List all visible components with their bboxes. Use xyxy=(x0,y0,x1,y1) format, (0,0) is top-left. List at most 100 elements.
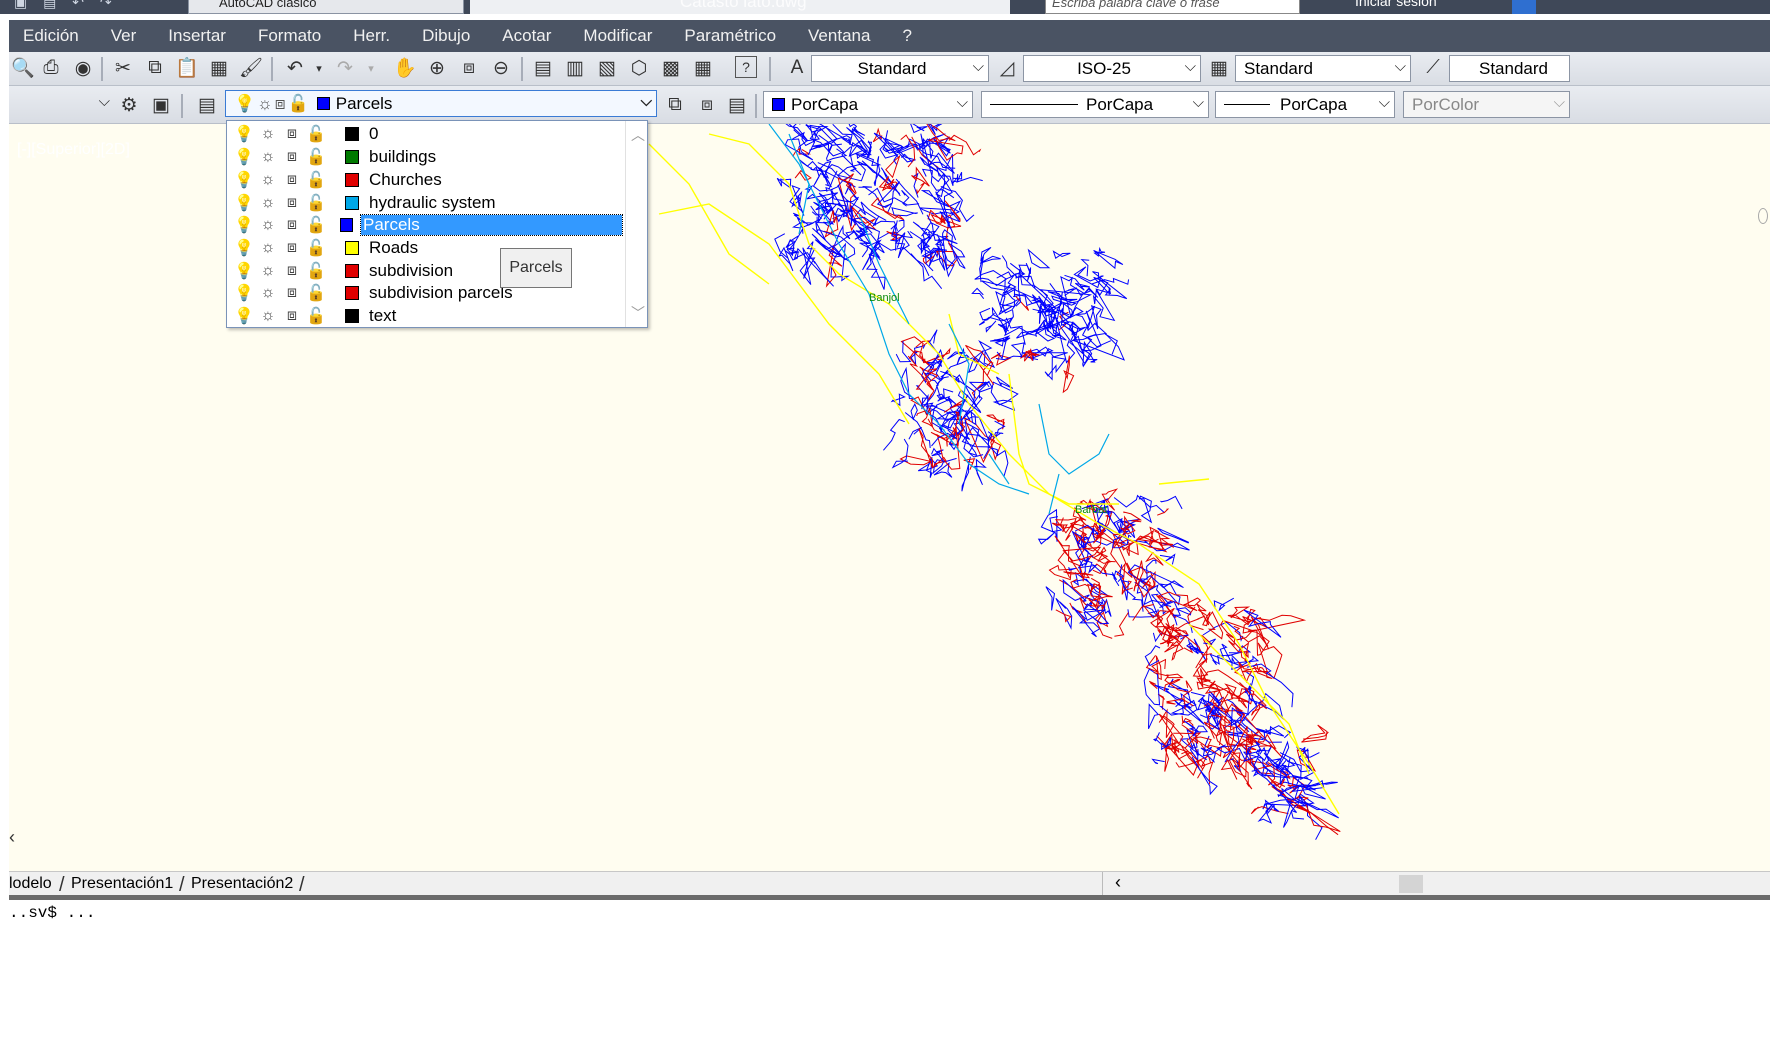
layer-state-icons[interactable]: 💡 ☼ ⧈ 🔓 xyxy=(227,193,345,213)
text-style-icon[interactable]: A xyxy=(785,56,809,80)
layer-item[interactable]: 💡 ☼ ⧈ 🔓 Churches xyxy=(227,169,622,191)
layer-state-icons[interactable]: 💡 ☼ ⧈ 🔓 xyxy=(227,306,345,326)
layer-properties-icon[interactable]: ▤ xyxy=(195,93,219,117)
dim-style-icon[interactable]: ◿ xyxy=(995,56,1019,80)
tab-presentacion2[interactable]: Presentación2 xyxy=(191,873,293,895)
dropdown-scrollbar[interactable]: ︿ ﹀ xyxy=(625,121,647,327)
zoom-previous-icon[interactable]: ⊖ xyxy=(489,56,513,80)
table-style-icon[interactable]: ▦ xyxy=(1207,56,1231,80)
layer-item[interactable]: 💡 ☼ ⧈ 🔓 text xyxy=(227,305,622,327)
match-properties-icon[interactable]: 🖌 xyxy=(239,56,263,80)
menu-edicion[interactable]: Edición xyxy=(23,26,95,46)
layer-combo[interactable]: 💡☼⧈🔓 Parcels ⌵ xyxy=(225,90,657,117)
sun-icon[interactable]: ☼ xyxy=(257,148,279,166)
undo-icon[interactable]: ↶ xyxy=(283,56,307,80)
layer-state-icons[interactable]: 💡 ☼ ⧈ 🔓 xyxy=(227,124,345,144)
lightbulb-icon[interactable]: 💡 xyxy=(233,238,255,258)
vp-freeze-icon[interactable]: ⧈ xyxy=(281,239,303,257)
tool-palettes-icon[interactable]: ▧ xyxy=(595,56,619,80)
workspace-selector[interactable]: AutoCAD clásico xyxy=(188,0,464,14)
vp-freeze-icon[interactable]: ⧈ xyxy=(281,125,303,143)
layer-item-selected[interactable]: 💡 ☼ ⧈ 🔓 Parcels xyxy=(227,214,623,236)
menu-help[interactable]: ? xyxy=(902,26,927,46)
sun-icon[interactable]: ☼ xyxy=(257,171,279,189)
color-combo[interactable]: PorCapa ⌵ xyxy=(763,91,973,118)
vp-freeze-icon[interactable]: ⧈ xyxy=(281,307,303,325)
vp-freeze-icon[interactable]: ⧈ xyxy=(281,284,303,302)
lightbulb-icon[interactable]: 💡 xyxy=(233,170,255,190)
paste-icon[interactable]: 📋 xyxy=(175,56,199,80)
cut-icon[interactable]: ✂ xyxy=(111,56,135,80)
plot-preview-icon[interactable]: 🔍 xyxy=(11,56,35,80)
sun-icon[interactable]: ☼ xyxy=(257,125,279,143)
unlock-icon[interactable]: 🔓 xyxy=(305,147,327,167)
zoom-realtime-icon[interactable]: ⊕ xyxy=(425,56,449,80)
vp-freeze-icon[interactable]: ⧈ xyxy=(281,171,303,189)
scroll-up-icon[interactable]: ︿ xyxy=(631,125,645,145)
unlock-icon[interactable]: 🔓 xyxy=(305,193,327,213)
menu-dibujo[interactable]: Dibujo xyxy=(422,26,486,46)
text-style-combo[interactable]: Standard ⌵ xyxy=(811,55,989,82)
make-current-layer-icon[interactable]: ⧉ xyxy=(663,93,687,117)
dim-style-combo[interactable]: ISO-25 ⌵ xyxy=(1023,55,1201,82)
menu-formato[interactable]: Formato xyxy=(258,26,337,46)
layer-item[interactable]: 💡 ☼ ⧈ 🔓 hydraulic system xyxy=(227,192,622,214)
unlock-icon[interactable]: 🔓 xyxy=(305,124,327,144)
sun-icon[interactable]: ☼ xyxy=(257,307,279,325)
tab-presentacion1[interactable]: Presentación1 xyxy=(71,873,173,895)
publish-icon[interactable]: ◉ xyxy=(71,56,95,80)
layer-state-icons[interactable]: 💡 ☼ ⧈ 🔓 xyxy=(227,215,340,235)
lightbulb-icon[interactable]: 💡 xyxy=(233,215,255,235)
command-line[interactable]: ..sv$ ... xyxy=(9,900,1770,1038)
search-field[interactable]: Escriba palabra clave o frase xyxy=(1045,0,1300,14)
tab-model[interactable]: lodelo xyxy=(9,873,52,895)
undo-dropdown-icon[interactable]: ▾ xyxy=(307,56,331,80)
navigation-wheel-icon[interactable] xyxy=(1758,208,1768,224)
help-icon[interactable]: ? xyxy=(735,56,757,78)
vp-freeze-icon[interactable]: ⧈ xyxy=(281,216,303,234)
linetype-combo[interactable]: PorCapa ⌵ xyxy=(981,91,1209,118)
sheet-set-icon[interactable]: ⬡ xyxy=(627,56,651,80)
calculator-icon[interactable]: ▦ xyxy=(691,56,715,80)
workspace-combo[interactable]: ⌵ xyxy=(9,91,114,118)
pan-icon[interactable]: ✋ xyxy=(393,56,417,80)
lightbulb-icon[interactable]: 💡 xyxy=(233,193,255,213)
multileader-style-icon[interactable]: ⟋ xyxy=(1421,56,1445,80)
menu-ver[interactable]: Ver xyxy=(111,26,153,46)
scroll-thumb[interactable] xyxy=(1399,875,1423,893)
lightbulb-icon[interactable]: 💡 xyxy=(233,124,255,144)
sun-icon[interactable]: ☼ xyxy=(257,194,279,212)
lineweight-combo[interactable]: PorCapa ⌵ xyxy=(1215,91,1395,118)
workspace-settings-icon[interactable]: ▣ xyxy=(149,93,173,117)
plotstyle-combo[interactable]: PorColor ⌵ xyxy=(1403,91,1570,118)
unlock-icon[interactable]: 🔓 xyxy=(305,306,327,326)
unlock-icon[interactable]: 🔓 xyxy=(305,215,327,235)
layer-states-icon[interactable]: ▤ xyxy=(725,93,749,117)
lightbulb-icon[interactable]: 💡 xyxy=(233,283,255,303)
lightbulb-icon[interactable]: 💡 xyxy=(233,147,255,167)
menu-modificar[interactable]: Modificar xyxy=(583,26,668,46)
quick-access-icons[interactable]: ▣ ▤ ↶ ↷ xyxy=(14,0,118,11)
layer-dropdown-list[interactable]: 💡 ☼ ⧈ 🔓 0 💡 ☼ ⧈ 🔓 buildings 💡 ☼ ⧈ 🔓 Churches 💡 ☼ ⧈ 🔓… xyxy=(226,120,648,328)
plot-icon[interactable]: ⎙ xyxy=(39,56,63,80)
table-style-combo[interactable]: Standard ⌵ xyxy=(1235,55,1411,82)
properties-icon[interactable]: ▤ xyxy=(531,56,555,80)
menu-parametrico[interactable]: Paramétrico xyxy=(684,26,792,46)
info-center-icon[interactable] xyxy=(1512,0,1536,14)
sun-icon[interactable]: ☼ xyxy=(257,284,279,302)
layer-state-icons[interactable]: 💡 ☼ ⧈ 🔓 xyxy=(227,283,345,303)
layer-previous-icon[interactable]: ⧈ xyxy=(695,93,719,117)
horizontal-scrollbar[interactable]: ‹ xyxy=(1102,872,1770,896)
unlock-icon[interactable]: 🔓 xyxy=(305,170,327,190)
signin-link[interactable]: Iniciar sesión xyxy=(1355,0,1437,9)
design-center-icon[interactable]: ▥ xyxy=(563,56,587,80)
layer-state-icons[interactable]: 💡 ☼ ⧈ 🔓 xyxy=(227,238,345,258)
lightbulb-icon[interactable]: 💡 xyxy=(233,261,255,281)
layer-state-icons[interactable]: 💡 ☼ ⧈ 🔓 xyxy=(227,261,345,281)
layer-item[interactable]: 💡 ☼ ⧈ 🔓 buildings xyxy=(227,146,622,168)
redo-icon[interactable]: ↷ xyxy=(333,56,357,80)
zoom-window-icon[interactable]: ⧈ xyxy=(457,56,481,80)
layer-item[interactable]: 💡 ☼ ⧈ 🔓 0 xyxy=(227,123,622,145)
unlock-icon[interactable]: 🔓 xyxy=(305,238,327,258)
menu-ventana[interactable]: Ventana xyxy=(808,26,886,46)
